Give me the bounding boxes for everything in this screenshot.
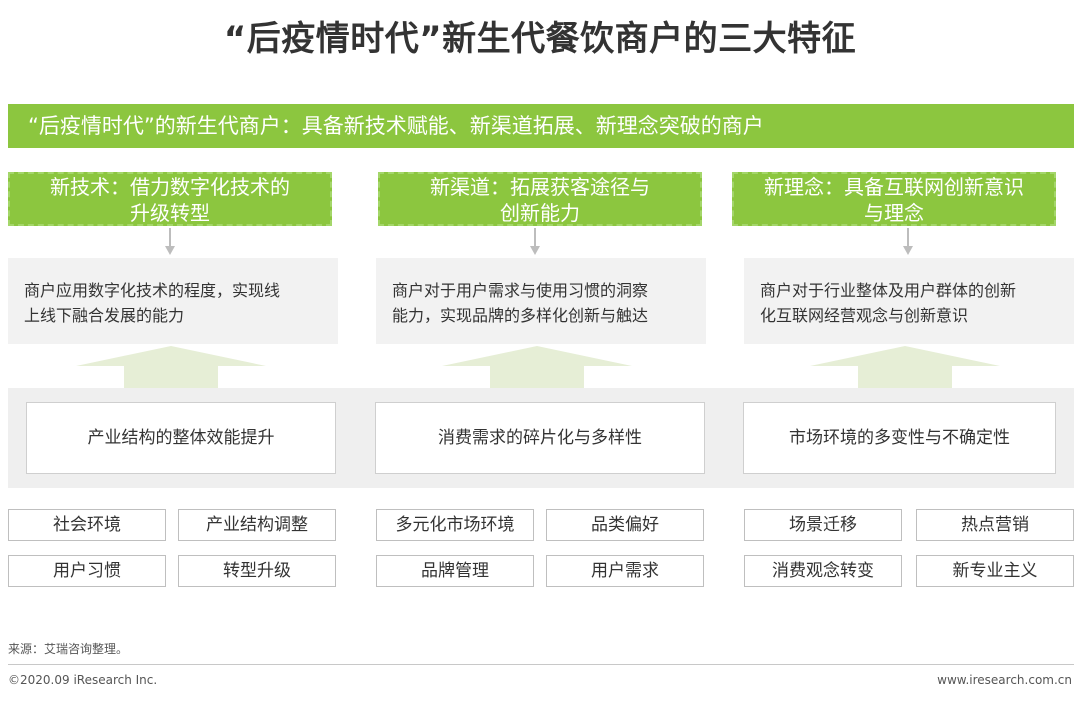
driver-box-tech: 产业结构的整体效能提升 <box>26 402 336 474</box>
up-arrow-icon <box>76 346 266 388</box>
website-link[interactable]: www.iresearch.com.cn <box>937 673 1072 687</box>
down-arrow-icon <box>165 228 175 256</box>
column-description-tech: 商户应用数字化技术的程度，实现线 上线下融合发展的能力 <box>8 258 338 344</box>
column-header-line1: 新技术：借力数字化技术的 <box>50 175 290 199</box>
source-note: 来源：艾瑞咨询整理。 <box>8 642 129 656</box>
footer-divider <box>8 664 1074 665</box>
tag-item: 品牌管理 <box>376 555 534 587</box>
column-header-line2: 升级转型 <box>130 201 210 225</box>
description-line2: 能力，实现品牌的多样化创新与触达 <box>392 306 649 325</box>
description-line1: 商户应用数字化技术的程度，实现线 <box>24 281 281 300</box>
description-line2: 化互联网经营观念与创新意识 <box>760 306 969 325</box>
tag-item: 产业结构调整 <box>178 509 336 541</box>
column-header-line2: 与理念 <box>864 201 924 225</box>
tag-item: 消费观念转变 <box>744 555 902 587</box>
up-arrow-icon <box>442 346 632 388</box>
tag-item: 热点营销 <box>916 509 1074 541</box>
column-description-concept: 商户对于行业整体及用户群体的创新 化互联网经营观念与创新意识 <box>744 258 1074 344</box>
tag-item: 品类偏好 <box>546 509 704 541</box>
tag-item: 用户习惯 <box>8 555 166 587</box>
description-line1: 商户对于行业整体及用户群体的创新 <box>760 281 1017 300</box>
page-title: “后疫情时代”新生代餐饮商户的三大特征 <box>223 19 857 59</box>
column-header-line2: 创新能力 <box>500 201 580 225</box>
tag-item: 社会环境 <box>8 509 166 541</box>
column-header-line1: 新理念：具备互联网创新意识 <box>764 175 1024 199</box>
tag-item: 转型升级 <box>178 555 336 587</box>
down-arrow-icon <box>903 228 913 256</box>
column-header-tech: 新技术：借力数字化技术的 升级转型 <box>8 172 332 226</box>
tag-item: 多元化市场环境 <box>376 509 534 541</box>
up-arrow-icon <box>810 346 1000 388</box>
tag-item: 新专业主义 <box>916 555 1074 587</box>
copyright-text: ©2020.09 iResearch Inc. <box>8 673 158 687</box>
description-line1: 商户对于用户需求与使用习惯的洞察 <box>392 281 649 300</box>
down-arrow-icon <box>530 228 540 256</box>
description-line2: 上线下融合发展的能力 <box>24 306 185 325</box>
column-header-channel: 新渠道：拓展获客途径与 创新能力 <box>378 172 702 226</box>
driver-box-channel: 消费需求的碎片化与多样性 <box>375 402 705 474</box>
definition-banner: “后疫情时代”的新生代商户：具备新技术赋能、新渠道拓展、新理念突破的商户 <box>8 104 1074 148</box>
driver-box-concept: 市场环境的多变性与不确定性 <box>743 402 1056 474</box>
column-header-line1: 新渠道：拓展获客途径与 <box>430 175 650 199</box>
tag-item: 场景迁移 <box>744 509 902 541</box>
column-header-concept: 新理念：具备互联网创新意识 与理念 <box>732 172 1056 226</box>
tag-item: 用户需求 <box>546 555 704 587</box>
column-description-channel: 商户对于用户需求与使用习惯的洞察 能力，实现品牌的多样化创新与触达 <box>376 258 706 344</box>
